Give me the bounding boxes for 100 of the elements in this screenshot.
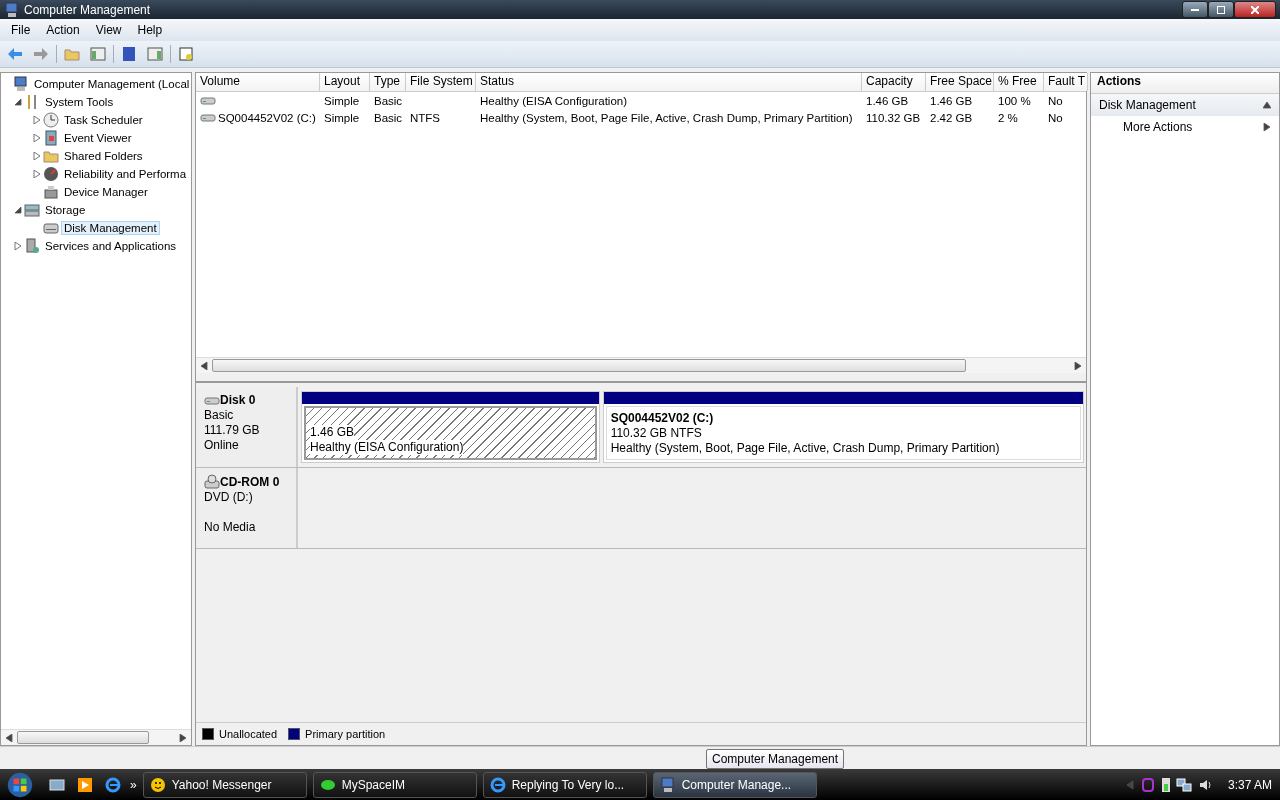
- browser-icon: [489, 776, 506, 793]
- close-icon: [1251, 5, 1259, 14]
- legend-label: Primary partition: [305, 728, 386, 740]
- column-header[interactable]: Layout: [320, 73, 370, 91]
- maximize-icon: [1217, 5, 1225, 14]
- cd-drive-icon: [204, 474, 220, 490]
- collapse-arrow[interactable]: [14, 98, 22, 106]
- taskbar-button[interactable]: MySpaceIM: [312, 771, 477, 798]
- column-header[interactable]: Status: [476, 73, 862, 91]
- tree-item[interactable]: Device Manager: [61, 185, 151, 199]
- minimize-button[interactable]: [1182, 1, 1208, 18]
- expand-arrow[interactable]: [33, 152, 41, 160]
- maximize-button[interactable]: [1208, 1, 1234, 18]
- windows-orb-icon: [7, 771, 33, 798]
- tree-item[interactable]: Event Viewer: [61, 131, 135, 145]
- partition-info-text: 1.46 GB: [310, 425, 355, 440]
- desktop-icon: [49, 776, 65, 793]
- taskbar-button[interactable]: Computer Manage...: [652, 771, 817, 798]
- menu-item[interactable]: Help: [129, 21, 171, 39]
- tree-item[interactable]: Shared Folders: [61, 149, 146, 163]
- partition-info-text: Healthy (EISA Configuration): [310, 440, 464, 455]
- table-cell-text: No: [1047, 94, 1064, 107]
- expand-arrow[interactable]: [33, 134, 41, 142]
- partition-block[interactable]: 1.46 GB Healthy (EISA Configuration): [301, 391, 600, 463]
- partition-block[interactable]: SQ004452V02 (C:) 110.32 GB NTFS Healthy (System, Boot, Page File, Active, Crash Dump, Primary Partition): [602, 391, 1084, 463]
- tree-item[interactable]: Storage: [42, 203, 89, 217]
- disk-name: CD-ROM 0: [204, 474, 296, 490]
- clock-icon: [43, 112, 59, 128]
- collapse-arrow[interactable]: [14, 206, 22, 214]
- table-cell-text: Basic: [373, 94, 404, 107]
- table-cell-text: 1.46 GB: [865, 94, 910, 107]
- services-icon: [24, 238, 40, 254]
- table-cell-text: Healthy (EISA Configuration): [479, 94, 629, 107]
- partition-info-text: Healthy (System, Boot, Page File, Active, Crash Dump, Primary Partition): [610, 441, 1000, 456]
- minimize-icon: [1191, 8, 1199, 11]
- forward-arrow-icon: [33, 46, 49, 62]
- overflow-chevron[interactable]: »: [130, 777, 137, 792]
- table-cell-text: Simple: [323, 94, 361, 107]
- menu-item[interactable]: File: [3, 21, 39, 39]
- column-header[interactable]: Fault T: [1044, 73, 1088, 91]
- menu-item[interactable]: View: [87, 21, 130, 39]
- folder-icon: [64, 46, 80, 62]
- computer-icon: [659, 776, 676, 793]
- panel-icon: [147, 46, 163, 62]
- folder-icon: [43, 148, 59, 164]
- scroll-right-arrow[interactable]: [1074, 361, 1082, 370]
- action-item[interactable]: More Actions: [1123, 120, 1193, 134]
- tree-item[interactable]: Reliability and Performa: [61, 167, 190, 181]
- tooltip: Computer Management: [706, 749, 845, 769]
- gauge-icon: [43, 166, 59, 182]
- disk-drive-icon: [43, 220, 59, 236]
- tree-item[interactable]: Disk Management: [61, 221, 160, 235]
- scroll-right-arrow[interactable]: [179, 733, 187, 742]
- browser-icon: [105, 776, 121, 793]
- table-cell-text: Basic: [373, 111, 404, 124]
- close-button[interactable]: [1234, 1, 1276, 18]
- column-header[interactable]: Volume: [196, 73, 320, 91]
- column-header[interactable]: Type: [370, 73, 406, 91]
- scroll-left-arrow[interactable]: [200, 361, 208, 370]
- computer-icon: [13, 76, 29, 92]
- column-header[interactable]: Capacity: [862, 73, 926, 91]
- log-icon: [43, 130, 59, 146]
- table-cell-text: 100 %: [997, 94, 1032, 107]
- expand-arrow[interactable]: [33, 170, 41, 178]
- disk-info-text: DVD (D:): [204, 490, 254, 505]
- collapse-arrow[interactable]: [1263, 101, 1271, 109]
- panel-icon: [90, 46, 106, 62]
- menu-item[interactable]: Action: [38, 21, 88, 39]
- table-cell-text: No: [1047, 111, 1064, 124]
- table-cell-text: 1.46 GB: [929, 94, 974, 107]
- storage-icon: [24, 202, 40, 218]
- scroll-left-arrow[interactable]: [5, 733, 13, 742]
- battery-icon[interactable]: [1161, 777, 1170, 792]
- taskbar-button[interactable]: Yahoo! Messenger: [142, 771, 307, 798]
- column-header[interactable]: File System: [406, 73, 476, 91]
- play-icon: [77, 776, 93, 793]
- table-cell-text: 2.42 GB: [929, 111, 974, 124]
- grid-gear-icon: [178, 46, 194, 62]
- table-cell-text: 2 %: [997, 111, 1019, 124]
- expand-arrow[interactable]: [33, 116, 41, 124]
- tree-item[interactable]: Services and Applications: [42, 239, 180, 253]
- actions-header: Actions: [1091, 73, 1279, 94]
- tray-app-icon[interactable]: [1139, 776, 1156, 793]
- smiley-icon: [149, 776, 166, 793]
- expand-arrow[interactable]: [14, 242, 22, 250]
- tree-item[interactable]: System Tools: [42, 95, 117, 109]
- tree-item[interactable]: Computer Management (Local: [31, 77, 193, 91]
- disk-name: Disk 0: [204, 393, 296, 408]
- disk-info-text: No Media: [204, 520, 257, 535]
- tree-item[interactable]: Task Scheduler: [61, 113, 146, 127]
- column-header[interactable]: % Free: [994, 73, 1044, 91]
- clock: 3:37 AM: [1227, 777, 1272, 792]
- disk-info-text: Basic: [204, 408, 235, 423]
- network-icon[interactable]: [1175, 776, 1192, 793]
- column-header[interactable]: Free Space: [926, 73, 994, 91]
- back-arrow-icon: [7, 46, 23, 62]
- table-cell-text: Healthy (System, Boot, Page File, Active, Crash Dump, Primary Partition): [479, 111, 854, 124]
- disk-info-text: Online: [204, 438, 240, 453]
- table-cell-text: 110.32 GB: [865, 111, 922, 124]
- taskbar-button[interactable]: Replying To Very lo...: [482, 771, 647, 798]
